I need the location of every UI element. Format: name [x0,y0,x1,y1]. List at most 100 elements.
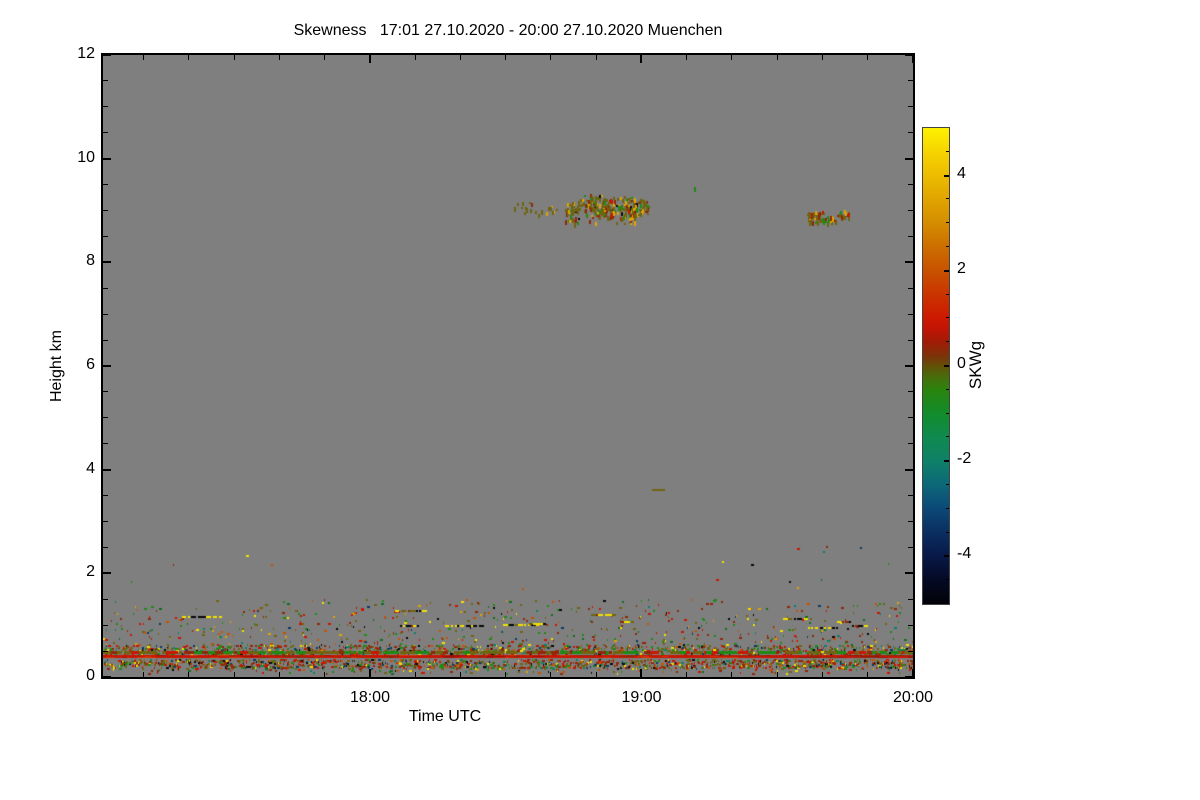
y-tick [103,443,108,445]
y-tick [905,365,913,367]
x-tick [821,55,823,60]
x-tick [686,672,688,677]
y-tick [103,132,108,134]
colorbar-tick [946,436,949,438]
y-tick [908,210,913,211]
y-tick [908,80,913,82]
y-tick-label: 0 [86,667,95,684]
colorbar-tick-label: -4 [957,545,972,563]
colorbar-tick [944,174,949,177]
colorbar-tick [946,507,949,509]
y-tick [103,391,108,393]
y-tick [103,157,111,160]
heatmap-canvas [103,55,913,677]
y-tick [103,521,108,522]
y-tick [103,261,111,264]
x-tick-label: 19:00 [621,689,662,706]
y-tick-label: 10 [77,148,95,166]
y-tick [908,339,913,341]
y-tick [103,546,108,548]
y-tick [103,210,108,211]
plot-area [101,53,915,679]
y-tick [103,339,108,341]
y-tick [908,132,913,134]
y-tick [908,313,913,315]
y-tick [905,54,913,56]
x-tick [324,672,326,677]
y-tick [908,546,913,548]
y-tick [103,676,111,678]
colorbar-tick [946,198,949,200]
x-tick [867,55,869,60]
colorbar-tick-label: 0 [957,355,966,372]
y-tick [905,468,913,471]
y-tick [908,106,913,108]
y-tick [908,391,913,393]
x-tick [686,55,688,60]
x-tick-label: 20:00 [892,689,934,706]
colorbar-tick [946,579,949,581]
x-tick [550,55,552,60]
x-tick [414,55,416,60]
x-tick [143,672,145,677]
x-tick [368,669,371,677]
y-tick [103,417,108,419]
colorbar-tick [944,269,949,272]
colorbar-tick [946,412,949,414]
chart-title: Skewness 17:01 27.10.2020 - 20:00 27.10.… [293,22,723,39]
y-tick-label: 6 [86,356,95,373]
x-tick [912,55,914,63]
y-tick-label: 4 [86,459,95,477]
x-tick [278,672,280,677]
colorbar [922,127,950,605]
colorbar-tick [946,388,949,390]
x-tick [550,672,552,677]
x-tick [595,672,597,677]
x-axis-label: Time UTC [408,708,482,725]
x-tick [459,672,461,677]
x-tick [324,55,326,60]
y-tick [905,572,913,575]
y-tick [103,184,108,186]
colorbar-tick [946,484,949,485]
x-tick [233,672,235,677]
x-tick [505,672,507,677]
y-tick [908,235,913,237]
x-tick [368,55,371,63]
y-tick [103,624,108,626]
x-tick [731,672,733,677]
y-tick [103,495,108,497]
colorbar-tick [944,555,949,558]
x-tick-label: 18:00 [349,689,390,706]
y-tick-label: 2 [86,563,95,581]
y-tick [103,572,111,575]
y-tick [908,184,913,186]
y-tick [103,468,111,471]
x-tick [414,672,416,677]
y-tick [103,80,108,82]
y-tick-label: 12 [77,45,95,62]
colorbar-tick [946,293,949,295]
colorbar-tick [946,246,949,247]
y-tick [905,676,913,678]
y-tick [908,598,913,600]
x-tick [233,55,235,60]
y-tick [103,313,108,315]
y-tick [103,598,108,600]
colorbar-tick [946,150,949,152]
y-tick [103,365,111,367]
x-tick [459,55,461,60]
y-tick [103,54,111,56]
x-tick [640,55,643,63]
y-tick [908,287,913,289]
x-tick [821,672,823,677]
x-tick [143,55,145,60]
y-tick [908,495,913,497]
x-tick [776,55,778,60]
colorbar-tick [944,460,949,463]
colorbar-tick [946,317,949,319]
y-tick [908,443,913,445]
colorbar-tick [946,341,949,343]
y-tick [908,417,913,419]
x-tick [278,55,280,60]
